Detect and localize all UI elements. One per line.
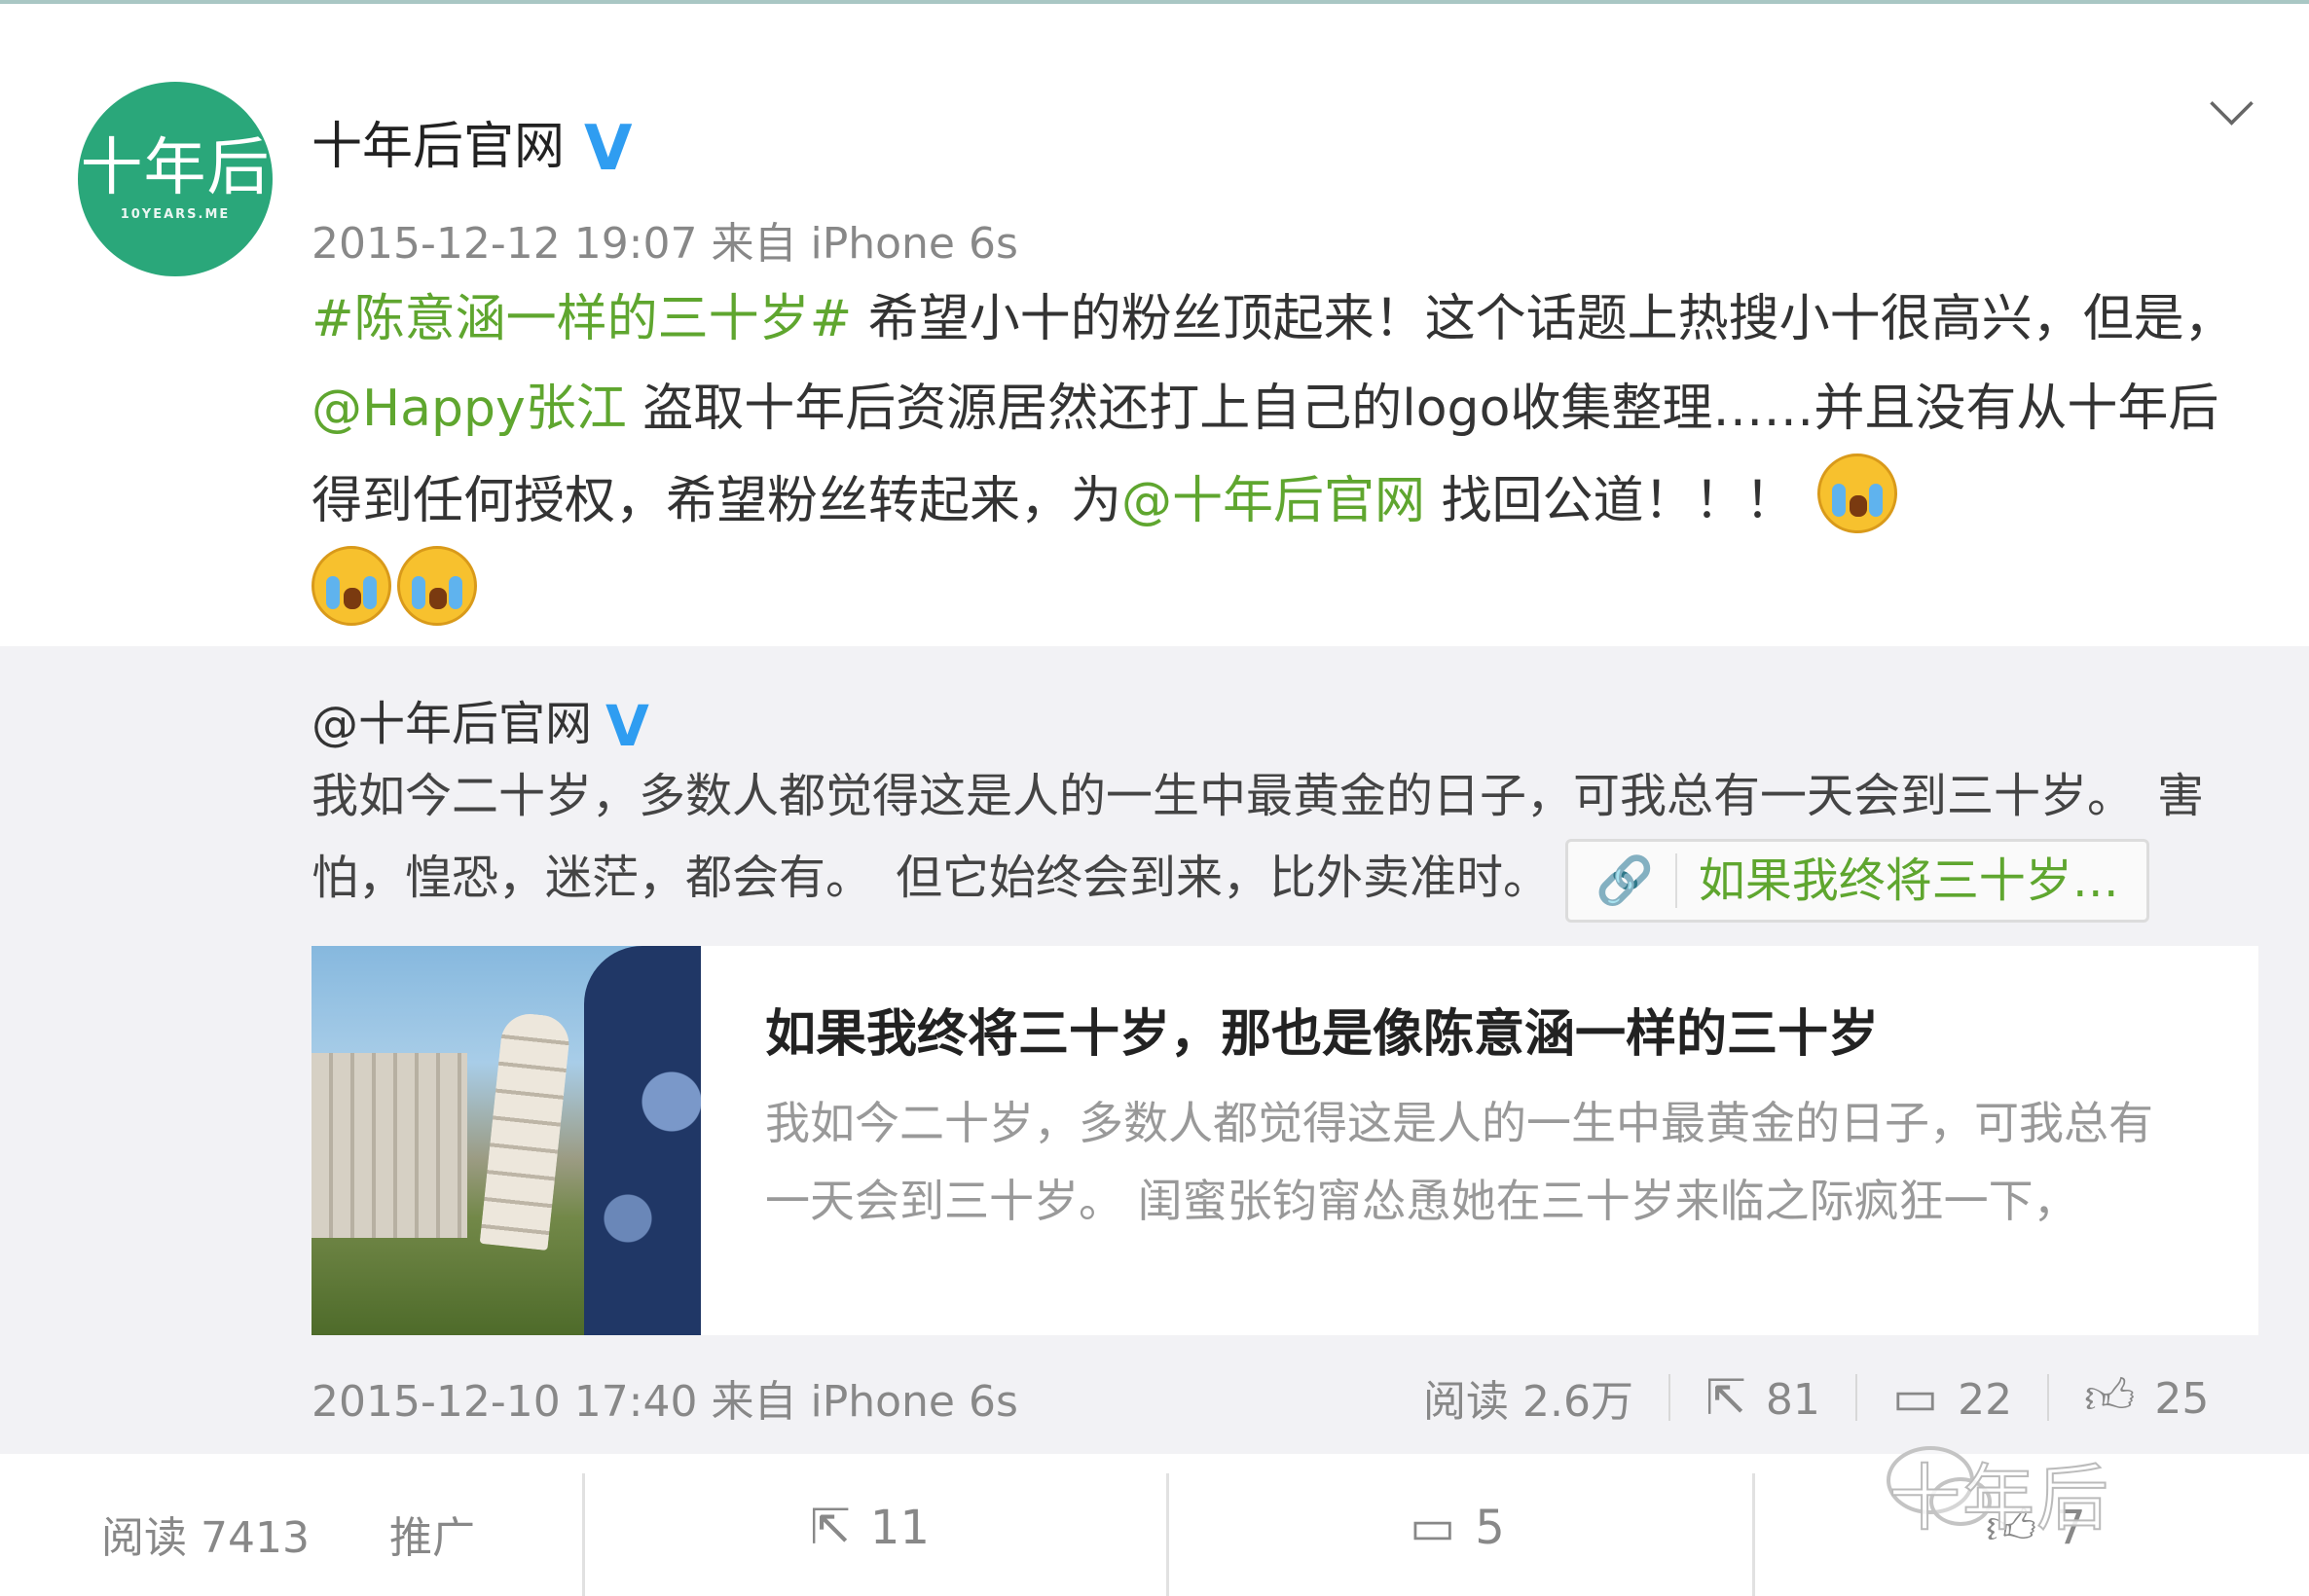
comment-count: 5 xyxy=(1475,1501,1505,1555)
article-description: 我如今二十岁，多数人都觉得这是人的一生中最黄金的日子，可我总有一天会到三十岁。 … xyxy=(765,1097,2153,1227)
person-image-part xyxy=(584,946,701,1335)
divider xyxy=(1668,1374,1670,1421)
post-source: 来自 iPhone 6s xyxy=(711,219,1018,269)
repost-stats: 阅读 2.6万 ⇱ 81 ▭ 22 👍︎ 25 xyxy=(1423,1366,2209,1429)
divider xyxy=(1854,1374,1857,1421)
comment-icon: ▭ xyxy=(1410,1499,1456,1555)
reposted-post: @十年后官网 V 我如今二十岁，多数人都觉得这是人的一生中最黄金的日子，可我总有一… xyxy=(0,646,2309,1454)
repost-share-button[interactable]: ⇱ 81 xyxy=(1705,1369,1820,1426)
article-card[interactable]: 如果我终将三十岁，那也是像陈意涵一样的三十岁 我如今二十岁，多数人都觉得这是人的… xyxy=(312,946,2258,1335)
article-thumbnail[interactable] xyxy=(312,946,701,1335)
read-count: 阅读 7413 xyxy=(101,1513,310,1563)
divider xyxy=(582,1473,585,1596)
watermark: 十年后 xyxy=(1888,1456,2110,1542)
divider xyxy=(1752,1473,1755,1596)
avatar-logo-text: 十年后 xyxy=(80,131,271,204)
repost-like-button[interactable]: 👍︎ 25 xyxy=(2084,1368,2209,1427)
cathedral-image-part xyxy=(312,1053,467,1238)
leaning-tower-image-part xyxy=(479,1010,572,1251)
crying-face-icon xyxy=(397,546,477,626)
link-icon: 🔗 xyxy=(1595,853,1677,908)
repost-text: 我如今二十岁，多数人都觉得这是人的一生中最黄金的日子，可我总有一天会到三十岁。 … xyxy=(312,755,2258,923)
repost-meta: 2015-12-10 17:40 来自 iPhone 6s xyxy=(312,1366,1018,1429)
post-time[interactable]: 2015-12-12 19:07 xyxy=(312,219,698,269)
avatar[interactable]: 十年后 10YEARS.ME xyxy=(78,82,273,276)
weibo-post: 十年后 10YEARS.ME 十年后官网 V 2015-12-12 19:07 来… xyxy=(0,4,2309,646)
post-text-part-3: 找回公道！！！ xyxy=(1425,472,1796,530)
verified-icon: V xyxy=(605,693,649,759)
crying-face-icon xyxy=(1817,453,1898,533)
share-count: 11 xyxy=(869,1501,930,1555)
repost-comment-button[interactable]: ▭ 22 xyxy=(1892,1369,2012,1426)
post-text: #陈意涵一样的三十岁# 希望小十的粉丝顶起来！这个话题上热搜小十很高兴，但是， @… xyxy=(312,274,2249,638)
share-icon: ⇱ xyxy=(810,1499,851,1555)
crying-face-icon xyxy=(312,546,391,626)
repost-share-count: 81 xyxy=(1765,1375,1820,1425)
repost-source: 来自 iPhone 6s xyxy=(711,1377,1018,1427)
repost-username-text[interactable]: @十年后官网 xyxy=(312,697,592,751)
article-link-button[interactable]: 🔗 如果我终将三十岁… xyxy=(1565,839,2149,923)
mention-link-1[interactable]: @Happy张江 xyxy=(312,380,627,438)
share-button[interactable]: ⇱ 11 xyxy=(810,1499,930,1555)
share-icon: ⇱ xyxy=(1704,1369,1746,1426)
thumbs-up-icon: 👍︎ xyxy=(2084,1368,2136,1425)
post-meta: 2015-12-12 19:07 来自 iPhone 6s xyxy=(312,208,1018,271)
article-title[interactable]: 如果我终将三十岁，那也是像陈意涵一样的三十岁 xyxy=(765,993,1879,1066)
username-text[interactable]: 十年后官网 xyxy=(312,118,565,176)
avatar-logo-sub: 10YEARS.ME xyxy=(120,206,231,222)
divider xyxy=(1166,1473,1169,1596)
repost-username[interactable]: @十年后官网 V xyxy=(312,685,649,759)
repost-read-count: 阅读 2.6万 xyxy=(1423,1377,1633,1427)
repost-comment-count: 22 xyxy=(1958,1375,2013,1425)
chevron-down-icon[interactable] xyxy=(2210,82,2254,126)
article-link-label: 如果我终将三十岁… xyxy=(1698,853,2119,908)
repost-time[interactable]: 2015-12-10 17:40 xyxy=(312,1377,698,1427)
comment-icon: ▭ xyxy=(1891,1369,1939,1426)
promote-button[interactable]: 推广 xyxy=(389,1503,475,1565)
divider xyxy=(2047,1374,2050,1421)
mention-link-2[interactable]: @十年后官网 xyxy=(1121,472,1425,530)
verified-icon: V xyxy=(584,113,633,185)
repost-like-count: 25 xyxy=(2154,1374,2210,1424)
post-username[interactable]: 十年后官网 V xyxy=(312,105,633,185)
post-text-part-1: 希望小十的粉丝顶起来！这个话题上热搜小十很高兴，但是， xyxy=(852,290,2235,348)
comment-button[interactable]: ▭ 5 xyxy=(1410,1499,1505,1555)
topic-link[interactable]: #陈意涵一样的三十岁# xyxy=(312,290,852,348)
